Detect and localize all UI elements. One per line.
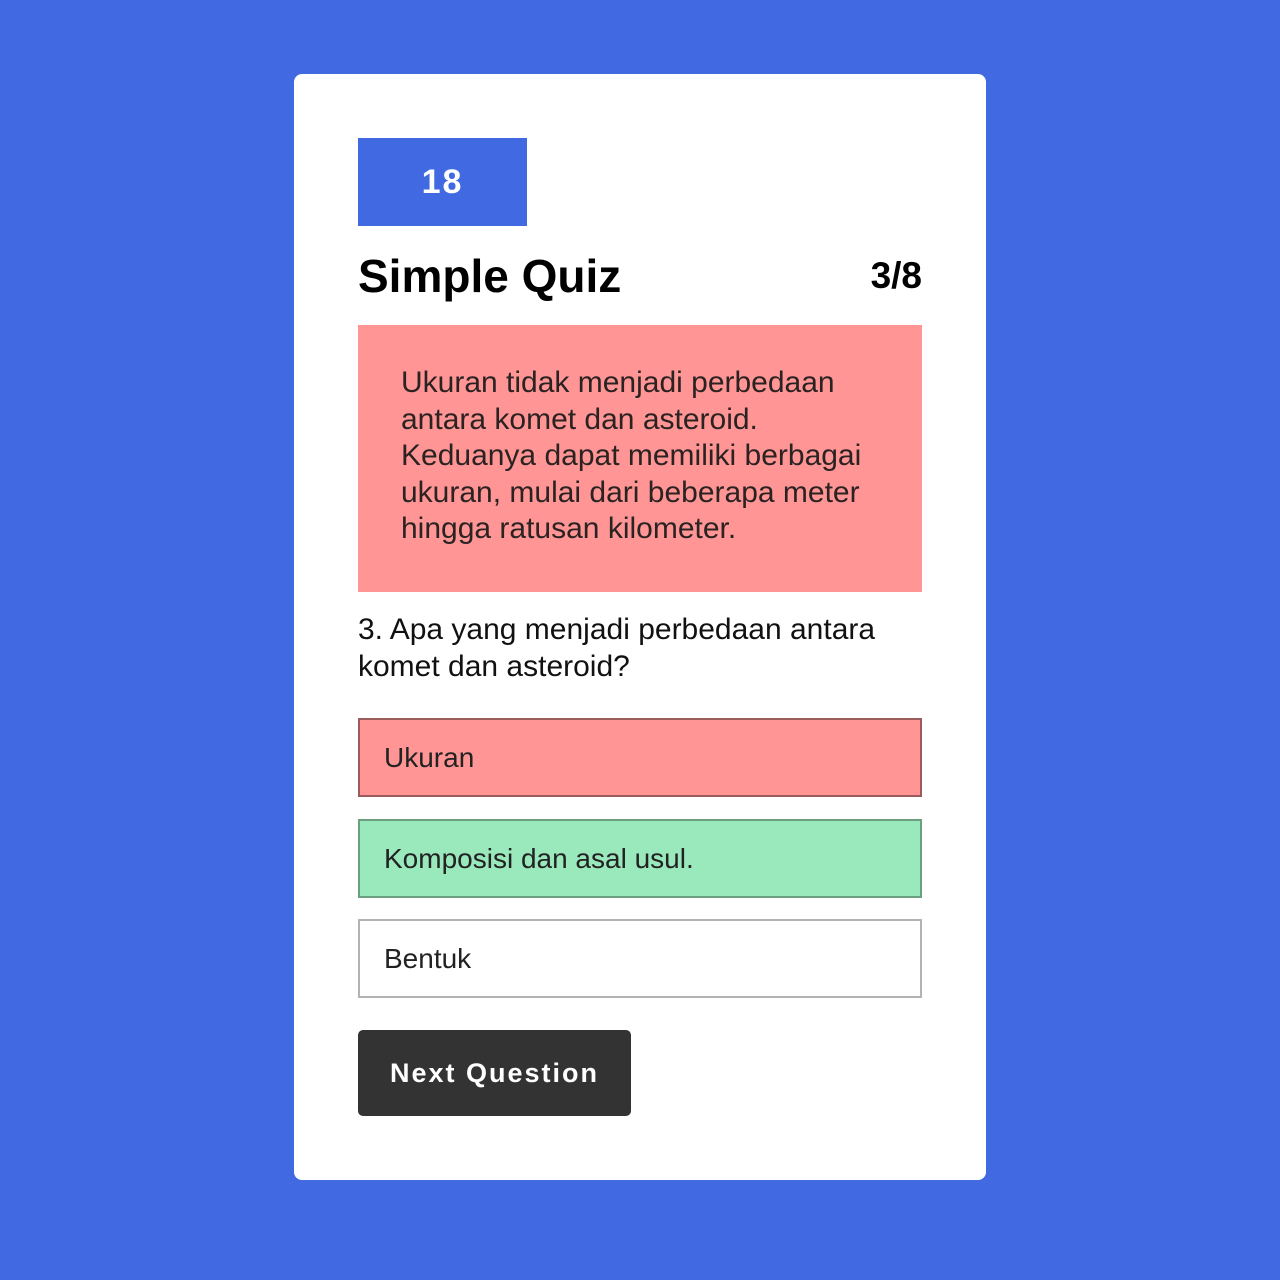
answer-option-label: Komposisi dan asal usul. xyxy=(384,842,694,874)
timer-value: 18 xyxy=(421,162,464,201)
quiz-title: Simple Quiz xyxy=(358,250,622,302)
question-text: 3. Apa yang menjadi perbedaan antara kom… xyxy=(358,613,876,683)
answer-option-1[interactable]: Ukuran xyxy=(358,718,922,797)
answer-option-label: Bentuk xyxy=(384,942,472,974)
answer-option-label: Ukuran xyxy=(384,741,475,773)
question-progress: 3/8 xyxy=(870,255,922,296)
feedback-text: Ukuran tidak menjadi perbedaan antara ko… xyxy=(401,366,862,545)
timer-badge: 18 xyxy=(358,138,527,226)
next-question-button[interactable]: Next Question xyxy=(358,1030,631,1116)
answer-feedback-panel: Ukuran tidak menjadi perbedaan antara ko… xyxy=(358,325,922,592)
quiz-card: 18 Simple Quiz 3/8 Ukuran tidak menjadi … xyxy=(294,74,986,1180)
answer-option-2[interactable]: Komposisi dan asal usul. xyxy=(358,819,922,898)
answer-option-3[interactable]: Bentuk xyxy=(358,919,922,998)
